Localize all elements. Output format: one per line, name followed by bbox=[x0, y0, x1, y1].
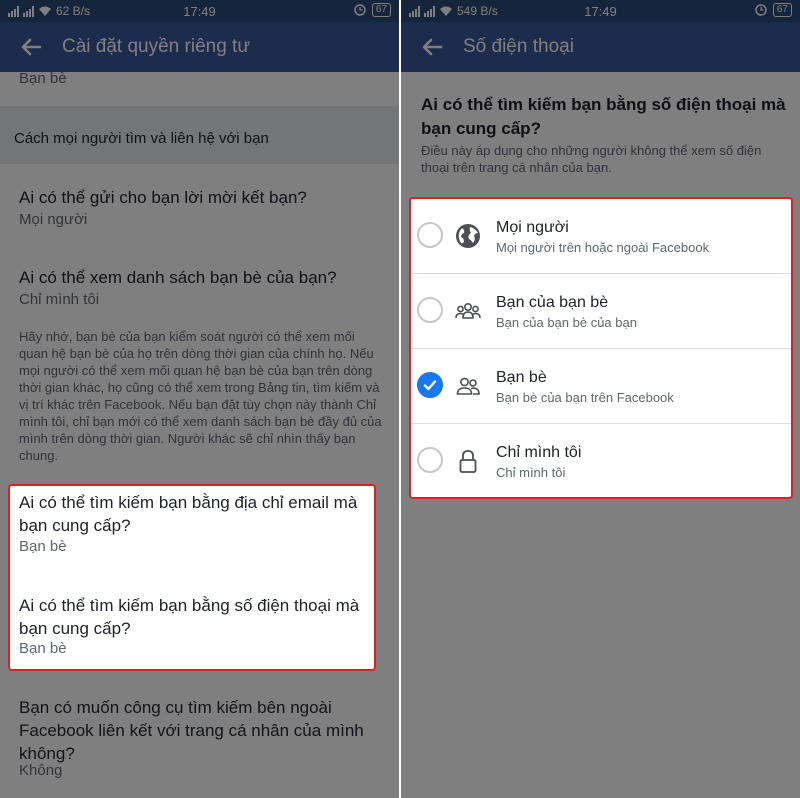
radio-button-selected[interactable] bbox=[417, 372, 443, 398]
globe-icon bbox=[456, 224, 480, 248]
setting-question: Ai có thể tìm kiếm bạn bằng số điện thoạ… bbox=[421, 95, 786, 138]
option-subtitle: Mọi người trên hoặc ngoài Facebook bbox=[496, 240, 710, 255]
option-subtitle: Bạn bè của bạn trên Facebook bbox=[496, 390, 674, 405]
radio-button[interactable] bbox=[417, 447, 443, 473]
option-title: Bạn bè bbox=[496, 369, 547, 386]
checkmark-icon bbox=[423, 380, 437, 391]
setting-title: Ai có thể tìm kiếm bạn bằng số điện thoạ… bbox=[19, 596, 360, 638]
setting-value: Mọi người bbox=[19, 211, 88, 228]
setting-value: Bạn bè bbox=[19, 538, 67, 555]
option-subtitle: Bạn của bạn bè của bạn bbox=[496, 315, 637, 330]
option-title: Mọi người bbox=[496, 219, 569, 236]
setting-title: Ai có thể xem danh sách bạn bè của bạn? bbox=[19, 268, 337, 287]
previous-setting-value: Bạn bè bbox=[19, 70, 67, 87]
app-bar: Cài đặt quyền riêng tư bbox=[0, 22, 399, 72]
section-header-label: Cách mọi người tìm và liên hệ với bạn bbox=[14, 130, 269, 147]
setting-description: Điều này áp dụng cho những người không t… bbox=[421, 143, 762, 175]
clock: 17:49 bbox=[183, 4, 216, 19]
page-title: Số điện thoại bbox=[463, 36, 574, 57]
app-bar: Số điện thoại bbox=[401, 22, 800, 72]
setting-value: Bạn bè bbox=[19, 640, 67, 657]
back-arrow-icon[interactable] bbox=[419, 34, 445, 60]
status-bar: 62 B/s 17:49 67 bbox=[0, 0, 399, 22]
phone-number-setting-screen: 549 B/s 17:49 67 Số điện thoại Ai có thể… bbox=[401, 0, 800, 798]
option-friends[interactable]: Bạn bè Bạn bè của bạn trên Facebook bbox=[411, 349, 791, 424]
privacy-settings-screen: 62 B/s 17:49 67 Cài đặt quyền riêng tư B… bbox=[0, 0, 399, 798]
option-everyone[interactable]: Mọi người Mọi người trên hoặc ngoài Face… bbox=[411, 199, 791, 274]
radio-button[interactable] bbox=[417, 222, 443, 248]
setting-value: Chỉ mình tôi bbox=[19, 291, 100, 308]
option-title: Bạn của bạn bè bbox=[496, 294, 609, 311]
status-bar: 549 B/s 17:49 67 bbox=[401, 0, 800, 22]
section-header: Cách mọi người tìm và liên hệ với bạn bbox=[0, 106, 399, 164]
friends-of-friends-icon bbox=[455, 303, 481, 319]
page-title: Cài đặt quyền riêng tư bbox=[62, 36, 251, 57]
friends-icon bbox=[456, 377, 480, 395]
audience-options-box: Mọi người Mọi người trên hoặc ngoài Face… bbox=[409, 197, 793, 499]
friends-list-note: Hãy nhớ, bạn bè của bạn kiểm soát người … bbox=[19, 329, 382, 463]
option-only-me[interactable]: Chỉ mình tôi Chỉ mình tôi bbox=[411, 424, 791, 499]
setting-title: Ai có thể tìm kiếm bạn bằng địa chỉ emai… bbox=[19, 493, 358, 535]
setting-title: Bạn có muốn công cụ tìm kiếm bên ngoài F… bbox=[19, 698, 364, 763]
battery-level: 67 bbox=[772, 3, 792, 17]
option-friends-of-friends[interactable]: Bạn của bạn bè Bạn của bạn bè của bạn bbox=[411, 274, 791, 349]
battery-level: 67 bbox=[371, 3, 391, 17]
setting-title: Ai có thể gửi cho bạn lời mời kết bạn? bbox=[19, 188, 307, 207]
alarm-icon bbox=[354, 4, 366, 16]
clock: 17:49 bbox=[584, 4, 617, 19]
alarm-icon bbox=[755, 4, 767, 16]
option-subtitle: Chỉ mình tôi bbox=[496, 465, 566, 480]
setting-value: Không bbox=[19, 762, 63, 779]
radio-button[interactable] bbox=[417, 297, 443, 323]
back-arrow-icon[interactable] bbox=[18, 34, 44, 60]
lock-icon bbox=[459, 450, 477, 473]
option-title: Chỉ mình tôi bbox=[496, 444, 582, 461]
